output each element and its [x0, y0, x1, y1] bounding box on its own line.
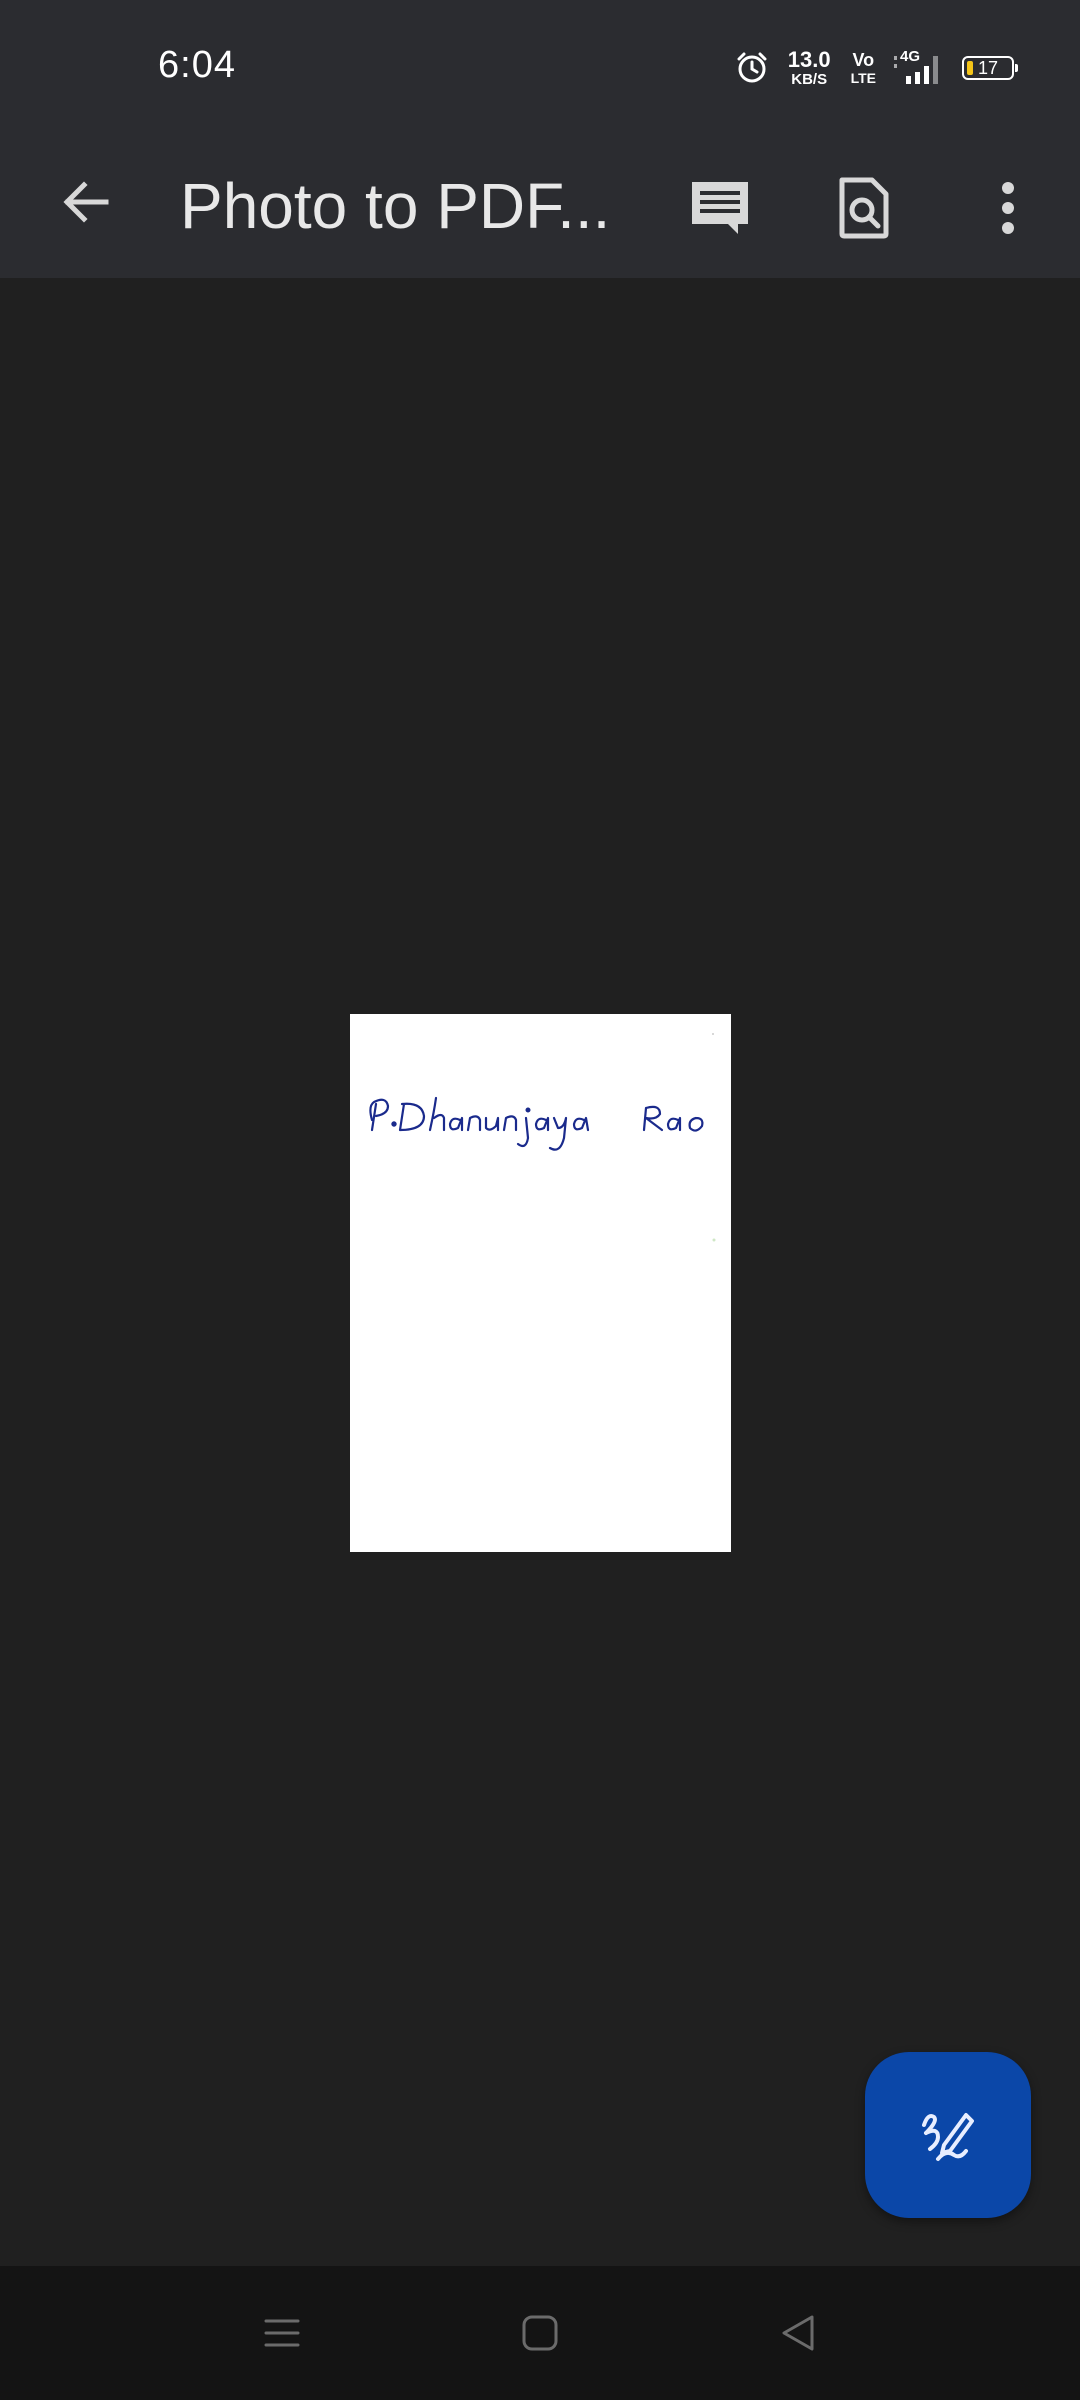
- system-navigation-bar: [0, 2266, 1080, 2400]
- signature-pen-icon: [922, 2113, 974, 2161]
- find-in-page-icon: [839, 177, 889, 239]
- comment-icon: [692, 182, 748, 234]
- comments-button[interactable]: [672, 160, 768, 256]
- document-title: Photo to PDF...: [180, 170, 611, 242]
- back-button[interactable]: [44, 160, 128, 244]
- battery-icon: 17: [962, 56, 1018, 80]
- pdf-page[interactable]: [350, 1014, 731, 1552]
- back-triangle-icon: [782, 2315, 814, 2351]
- network-speed: 13.0 KB/S: [787, 47, 831, 88]
- arrow-back-icon: [63, 181, 109, 223]
- network-speed-value: 13.0: [787, 47, 831, 72]
- volte-top: Vo: [852, 50, 875, 70]
- more-options-button[interactable]: [960, 160, 1056, 256]
- more-vert-icon: [1002, 182, 1014, 234]
- status-icons: 13.0 KB/S Vo LTE 4G 17: [734, 47, 1018, 88]
- recent-apps-button[interactable]: [242, 2296, 322, 2370]
- status-time: 6:04: [158, 44, 236, 86]
- signal-icon: 4G: [892, 48, 946, 86]
- network-speed-unit: KB/S: [791, 71, 828, 88]
- volte-indicator: Vo LTE: [851, 51, 876, 85]
- document-viewer[interactable]: [0, 278, 1080, 2266]
- app-bar: Photo to PDF...: [0, 136, 1080, 278]
- handwritten-signature: [369, 1033, 716, 1242]
- system-back-button[interactable]: [758, 2296, 838, 2370]
- find-in-page-button[interactable]: [816, 160, 912, 256]
- alarm-icon: [737, 52, 767, 83]
- status-bar: 6:04 13.0 KB/S Vo LTE 4G 17: [0, 0, 1080, 136]
- home-button[interactable]: [500, 2296, 580, 2370]
- volte-bottom: LTE: [850, 70, 876, 86]
- battery-level: 17: [978, 58, 999, 78]
- sign-document-button[interactable]: [865, 2052, 1031, 2218]
- menu-icon: [264, 2319, 300, 2347]
- home-icon: [522, 2315, 558, 2351]
